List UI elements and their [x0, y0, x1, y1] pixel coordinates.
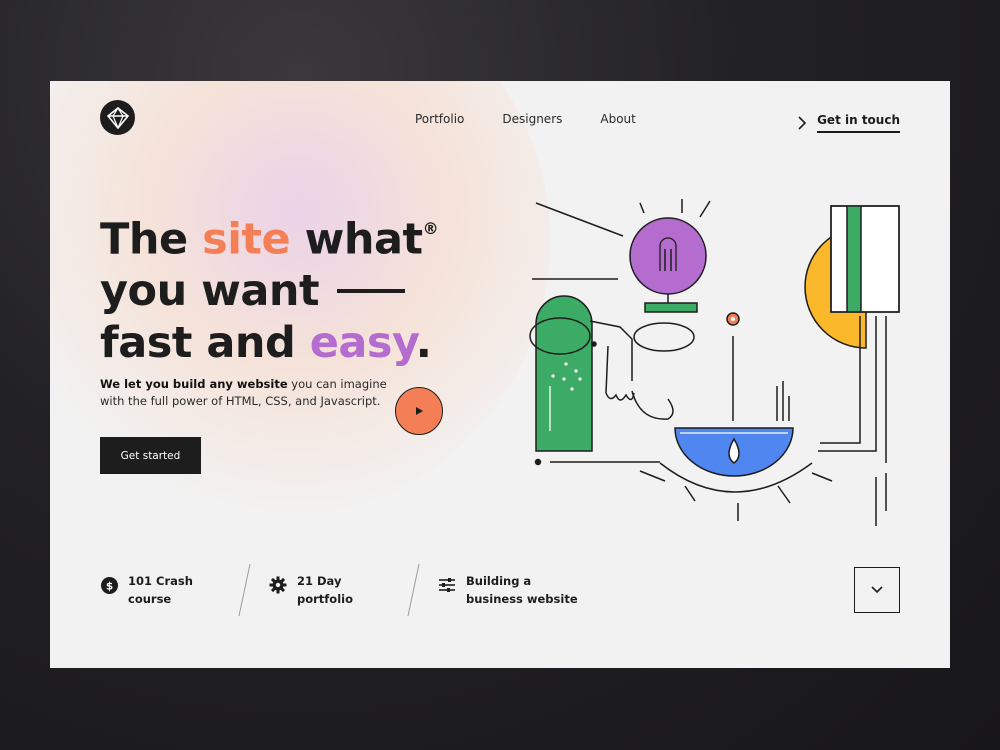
feature-line-1: Building a	[466, 574, 532, 588]
hero-headline: The site what® you want fast and easy.	[100, 207, 439, 369]
nav-designers[interactable]: Designers	[502, 112, 562, 126]
feature-divider	[407, 564, 420, 616]
lightbulb-globe	[629, 217, 707, 295]
chevron-right-icon	[798, 116, 807, 130]
feature-line-2: portfolio	[297, 592, 353, 606]
features-bar: $ 101 Crash course 21 Day portfolio Buil…	[100, 564, 596, 616]
dollar-icon: $	[100, 576, 118, 594]
sliders-icon	[438, 576, 456, 594]
feature-label: 21 Day portfolio	[297, 572, 407, 608]
scroll-down-button[interactable]	[854, 567, 900, 613]
headline-word-the: The	[100, 214, 188, 265]
feature-line-2: course	[128, 592, 172, 606]
feature-business-website[interactable]: Building a business website	[438, 572, 596, 608]
feature-line-1: 21 Day	[297, 574, 342, 588]
nav-about[interactable]: About	[600, 112, 635, 126]
diamond-logo-icon	[106, 106, 129, 129]
lightbulb-base	[644, 302, 698, 313]
registered-mark: ®	[422, 219, 439, 238]
landing-card: Portfolio Designers About Get in touch T…	[50, 81, 950, 668]
chevron-down-icon	[871, 586, 883, 594]
hero-subtitle: We let you build any website you can ima…	[100, 376, 400, 410]
gear-icon	[269, 576, 287, 594]
feature-label: Building a business website	[466, 572, 596, 608]
subtitle-bold: We let you build any website	[100, 377, 288, 391]
feature-label: 101 Crash course	[128, 572, 238, 608]
get-in-touch-link[interactable]: Get in touch	[797, 113, 900, 133]
play-icon	[416, 407, 423, 415]
headline-word-what: what	[304, 214, 423, 265]
nav-portfolio[interactable]: Portfolio	[415, 112, 464, 126]
white-card	[830, 205, 900, 313]
main-nav: Portfolio Designers About	[415, 112, 674, 126]
svg-text:$: $	[105, 580, 112, 592]
feature-line-2: business website	[466, 592, 578, 606]
get-in-touch-label: Get in touch	[817, 113, 900, 133]
headline-dash	[337, 288, 406, 293]
feature-crash-course[interactable]: $ 101 Crash course	[100, 572, 238, 608]
headline-highlight-site: site	[202, 214, 291, 265]
feature-divider	[238, 564, 251, 616]
logo[interactable]	[100, 100, 135, 135]
headline-line-2: you want	[100, 266, 320, 317]
play-video-button[interactable]	[395, 387, 443, 435]
get-started-button[interactable]: Get started	[100, 437, 201, 474]
feature-portfolio[interactable]: 21 Day portfolio	[269, 572, 407, 608]
hero-illustration	[529, 199, 900, 526]
green-arch	[535, 295, 593, 452]
headline-line-3: fast and	[100, 318, 296, 369]
feature-line-1: 101 Crash	[128, 574, 193, 588]
headline-period: .	[415, 318, 432, 369]
headline-highlight-easy: easy	[309, 318, 416, 369]
